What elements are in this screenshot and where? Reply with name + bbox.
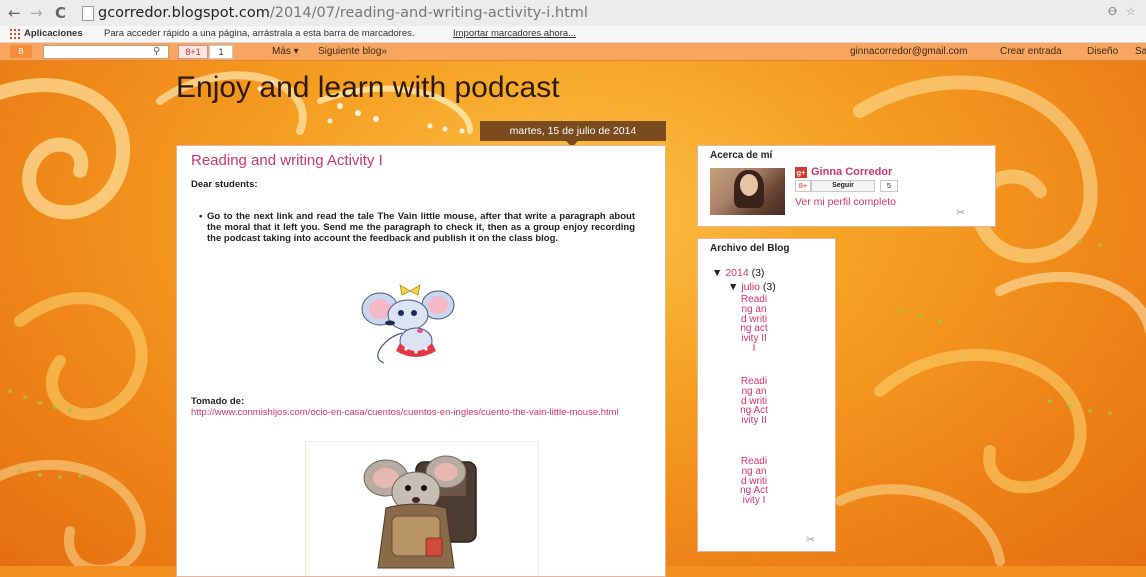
blog-archive-widget: Archivo del Blog ▼ 2014 (3) ▼ julio (3) …	[697, 238, 836, 552]
edit-widget-icon[interactable]: ✂	[956, 206, 965, 219]
google-plus-icon[interactable]: g+	[795, 167, 807, 178]
back-icon[interactable]: ←	[8, 4, 21, 22]
archive-post-link[interactable]: Reading and writing Activity II	[740, 377, 768, 426]
follow-count: 5	[880, 180, 898, 192]
archive-month[interactable]: ▼ julio (3)	[728, 281, 776, 293]
about-me-title: Acerca de mí	[710, 150, 773, 161]
archive-title: Archivo del Blog	[710, 243, 790, 254]
post-greeting: Dear students:	[191, 179, 258, 190]
bookmarks-hint: Para acceder rápido a una página, arrást…	[104, 28, 415, 39]
archive-post-link[interactable]: Reading and writing Activity I	[740, 457, 768, 506]
post-panel: Reading and writing Activity I Dear stud…	[176, 145, 666, 577]
post-bullet-text: Go to the next link and read the tale Th…	[207, 211, 635, 244]
archive-post-link[interactable]: Reading and writing activity III	[740, 295, 768, 354]
mouse-traveler-image	[305, 441, 539, 576]
archive-year-link[interactable]: 2014	[725, 267, 748, 279]
date-header: martes, 15 de julio de 2014	[480, 121, 666, 141]
expand-triangle-icon[interactable]: ▼	[712, 267, 725, 279]
archive-year[interactable]: ▼ 2014 (3)	[712, 267, 764, 279]
import-bookmarks-link[interactable]: Importar marcadores ahora...	[453, 26, 576, 42]
reload-icon[interactable]: C	[55, 4, 66, 22]
browser-toolbar: ← → C gcorredor.blogspot.com/2014/07/rea…	[0, 0, 1146, 27]
source-link[interactable]: http://www.conmishijos.com/ocio-en-casa/…	[191, 407, 651, 418]
archive-month-link[interactable]: julio	[741, 281, 760, 293]
cartoon-mouse-image	[361, 284, 455, 364]
avatar-face	[740, 174, 758, 196]
blogger-navbar: B ⚲ 8+1 1 Más ▾ Siguiente blog» ginnacor…	[0, 43, 1146, 61]
gplus-one-count: 1	[209, 45, 233, 59]
address-bar[interactable]: gcorredor.blogspot.com/2014/07/reading-a…	[98, 3, 1098, 23]
apps-icon[interactable]	[10, 29, 20, 39]
post-title[interactable]: Reading and writing Activity I	[191, 152, 383, 169]
about-me-widget: Acerca de mí g+ Ginna Corredor 8+ Seguir…	[697, 145, 996, 227]
bookmarks-bar: Aplicaciones Para acceder rápido a una p…	[0, 26, 1146, 43]
star-icon[interactable]: ☆	[1126, 5, 1136, 18]
user-email: ginnacorredor@gmail.com	[850, 46, 968, 57]
expand-triangle-icon[interactable]: ▼	[728, 281, 741, 293]
apps-label[interactable]: Aplicaciones	[24, 26, 83, 42]
url-domain: gcorredor.blogspot.com	[98, 5, 270, 21]
page-icon	[82, 6, 94, 21]
google-plus-small-icon[interactable]: 8+	[795, 180, 811, 192]
follow-button[interactable]: Seguir	[811, 180, 875, 192]
profile-name[interactable]: Ginna Corredor	[811, 166, 892, 178]
source-label: Tomado de:	[191, 396, 245, 407]
more-menu[interactable]: Más ▾	[272, 43, 299, 60]
translate-icon[interactable]: Ꝋ	[1108, 5, 1117, 18]
gplus-one-button[interactable]: 8+1	[178, 45, 208, 59]
forward-icon[interactable]: →	[30, 4, 43, 22]
view-full-profile-link[interactable]: Ver mi perfil completo	[795, 196, 896, 208]
design-link[interactable]: Diseño	[1087, 43, 1118, 60]
avatar[interactable]	[710, 168, 785, 215]
archive-month-count: (3)	[762, 281, 776, 293]
create-post-link[interactable]: Crear entrada	[1000, 43, 1062, 60]
blogger-logo-icon[interactable]: B	[10, 45, 32, 58]
url-path: /2014/07/reading-and-writing-activity-i.…	[269, 5, 588, 21]
blog-search-input[interactable]	[43, 45, 169, 59]
blog-title[interactable]: Enjoy and learn with podcast	[176, 71, 560, 105]
sign-out-link[interactable]: Sa	[1135, 43, 1146, 60]
bullet-icon: •	[199, 211, 203, 222]
archive-year-count: (3)	[751, 267, 765, 279]
search-icon[interactable]: ⚲	[153, 43, 160, 60]
edit-widget-icon[interactable]: ✂	[806, 533, 815, 546]
post-bullet-list: • Go to the next link and read the tale …	[195, 211, 635, 244]
next-blog-link[interactable]: Siguiente blog»	[318, 43, 387, 60]
